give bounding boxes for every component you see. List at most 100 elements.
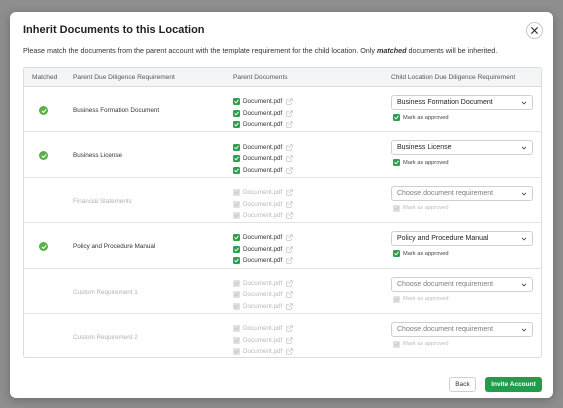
external-link-icon[interactable] <box>286 348 293 355</box>
document-item[interactable]: Document.pdf <box>233 301 293 313</box>
parent-documents-list: Document.pdf Document.pdf Document.pdf <box>233 232 293 267</box>
external-link-icon[interactable] <box>286 110 293 117</box>
external-link-icon[interactable] <box>286 98 293 105</box>
external-link-icon[interactable] <box>286 200 293 208</box>
document-item[interactable]: Document.pdf <box>233 334 293 346</box>
child-requirement-select[interactable]: Choose document requirement <box>391 321 533 337</box>
document-name: Document.pdf <box>243 279 283 287</box>
document-name: Document.pdf <box>243 257 283 265</box>
checkbox-icon[interactable] <box>233 212 240 220</box>
checkbox-icon[interactable] <box>233 245 240 253</box>
external-link-icon[interactable] <box>286 337 293 344</box>
checkbox-icon[interactable] <box>393 340 400 348</box>
back-button[interactable]: Back <box>449 377 476 392</box>
mark-approved-checkbox[interactable]: Mark as approved <box>393 250 449 258</box>
external-link-icon[interactable] <box>286 303 293 310</box>
mark-approved-checkbox[interactable]: Mark as approved <box>393 204 449 212</box>
checkbox-icon[interactable] <box>233 302 240 310</box>
document-item[interactable]: Document.pdf <box>233 198 293 210</box>
documents-table: Matched Parent Due Diligence Requirement… <box>23 67 542 358</box>
header-matched: Matched <box>32 74 58 81</box>
modal-title: Inherit Documents to this Location <box>23 24 205 36</box>
checkbox-icon[interactable] <box>233 189 240 197</box>
external-link-icon[interactable] <box>286 257 293 265</box>
checkbox-icon[interactable] <box>233 155 240 163</box>
document-name: Document.pdf <box>243 98 283 106</box>
document-item[interactable]: Document.pdf <box>233 96 293 108</box>
document-name: Document.pdf <box>243 200 283 208</box>
checkbox-icon[interactable] <box>393 204 400 212</box>
document-item[interactable]: Document.pdf <box>233 187 293 199</box>
checkbox-icon[interactable] <box>233 348 240 356</box>
mark-approved-checkbox[interactable]: Mark as approved <box>393 114 449 121</box>
external-link-icon[interactable] <box>286 166 293 174</box>
external-link-icon[interactable] <box>286 143 293 151</box>
checkbox-icon[interactable] <box>233 257 240 265</box>
subtitle-text-before: Please match the documents from the pare… <box>23 46 377 55</box>
select-value: Choose document requirement <box>397 325 494 333</box>
check-circle-icon <box>39 106 48 115</box>
external-link-icon[interactable] <box>286 280 293 287</box>
document-item[interactable]: Document.pdf <box>233 119 293 131</box>
checkbox-icon[interactable] <box>393 250 400 258</box>
invite-account-button[interactable]: Invite Account <box>485 377 542 392</box>
checkbox-icon[interactable] <box>233 325 240 333</box>
mark-approved-checkbox[interactable]: Mark as approved <box>393 340 449 348</box>
child-requirement-select[interactable]: Policy and Procedure Manual <box>391 231 533 247</box>
external-link-icon[interactable] <box>286 155 293 162</box>
table-row: Business Formation Document Document.pdf D… <box>24 87 541 133</box>
checkbox-icon[interactable] <box>233 143 240 151</box>
document-item[interactable]: Document.pdf <box>233 108 293 120</box>
child-requirement-select[interactable]: Business Formation Document <box>391 95 533 110</box>
mark-approved-label: Mark as approved <box>403 341 449 348</box>
checkbox-icon[interactable] <box>233 234 240 242</box>
external-link-icon[interactable] <box>286 121 293 128</box>
document-item[interactable]: Document.pdf <box>233 232 293 244</box>
close-button[interactable] <box>526 22 543 39</box>
document-item[interactable]: Document.pdf <box>233 164 293 176</box>
parent-documents-list: Document.pdf Document.pdf Document.pdf <box>233 187 293 222</box>
document-item[interactable]: Document.pdf <box>233 346 293 357</box>
child-requirement-select[interactable]: Business License <box>391 140 533 156</box>
checkbox-icon[interactable] <box>233 336 240 344</box>
mark-approved-checkbox[interactable]: Mark as approved <box>393 295 449 303</box>
checkbox-icon[interactable] <box>233 98 240 106</box>
child-requirement-select[interactable]: Choose document requirement <box>391 185 533 201</box>
mark-approved-checkbox[interactable]: Mark as approved <box>393 159 449 167</box>
external-link-icon[interactable] <box>286 234 293 242</box>
checkbox-icon[interactable] <box>393 159 400 167</box>
chevron-down-icon <box>521 327 527 335</box>
document-item[interactable]: Document.pdf <box>233 153 293 165</box>
header-parent-documents: Parent Documents <box>233 74 288 81</box>
checkbox-icon[interactable] <box>393 114 400 121</box>
external-link-icon[interactable] <box>286 291 293 298</box>
document-name: Document.pdf <box>243 121 283 129</box>
chevron-down-icon <box>521 100 527 108</box>
external-link-icon[interactable] <box>286 212 293 219</box>
checkbox-icon[interactable] <box>233 166 240 174</box>
parent-requirement-name: Business License <box>73 152 123 160</box>
header-parent-requirement: Parent Due Diligence Requirement <box>73 74 175 81</box>
external-link-icon[interactable] <box>286 325 293 332</box>
checkbox-icon[interactable] <box>233 200 240 208</box>
check-circle-icon <box>39 242 48 252</box>
checkbox-icon[interactable] <box>393 295 400 303</box>
document-item[interactable]: Document.pdf <box>233 244 293 256</box>
checkbox-icon[interactable] <box>233 121 240 129</box>
external-link-icon[interactable] <box>286 246 293 253</box>
document-item[interactable]: Document.pdf <box>233 255 293 267</box>
subtitle-text-after: documents will be inherited. <box>406 46 498 55</box>
document-item[interactable]: Document.pdf <box>233 141 293 153</box>
child-requirement-select[interactable]: Choose document requirement <box>391 276 533 292</box>
document-item[interactable]: Document.pdf <box>233 278 293 290</box>
checkbox-icon[interactable] <box>233 291 240 299</box>
document-item[interactable]: Document.pdf <box>233 323 293 335</box>
document-item[interactable]: Document.pdf <box>233 210 293 222</box>
external-link-icon[interactable] <box>286 189 293 196</box>
checkbox-icon[interactable] <box>233 279 240 287</box>
checkbox-icon[interactable] <box>233 109 240 117</box>
chevron-down-icon <box>521 191 527 199</box>
document-name: Document.pdf <box>243 189 283 197</box>
document-name: Document.pdf <box>243 302 283 310</box>
document-item[interactable]: Document.pdf <box>233 289 293 301</box>
